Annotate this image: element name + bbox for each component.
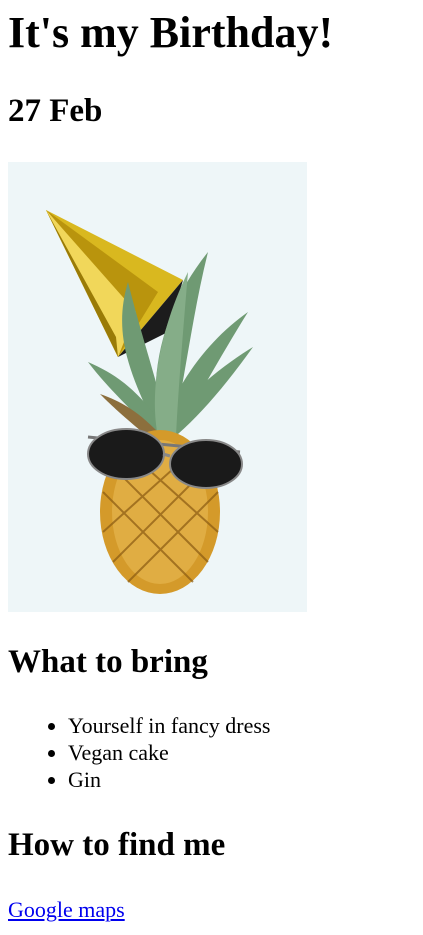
pineapple-photo [8,162,307,612]
how-to-find-me-heading: How to find me [8,827,226,863]
what-to-bring-heading: What to bring [8,644,208,680]
list-item: Yourself in fancy dress [68,712,270,739]
list-item: Gin [68,766,270,793]
bring-list: Yourself in fancy dress Vegan cake Gin [8,712,270,793]
google-maps-link[interactable]: Google maps [8,896,125,923]
page-title: It's my Birthday! [8,8,334,57]
list-item: Vegan cake [68,739,270,766]
birthday-date: 27 Feb [8,93,103,129]
